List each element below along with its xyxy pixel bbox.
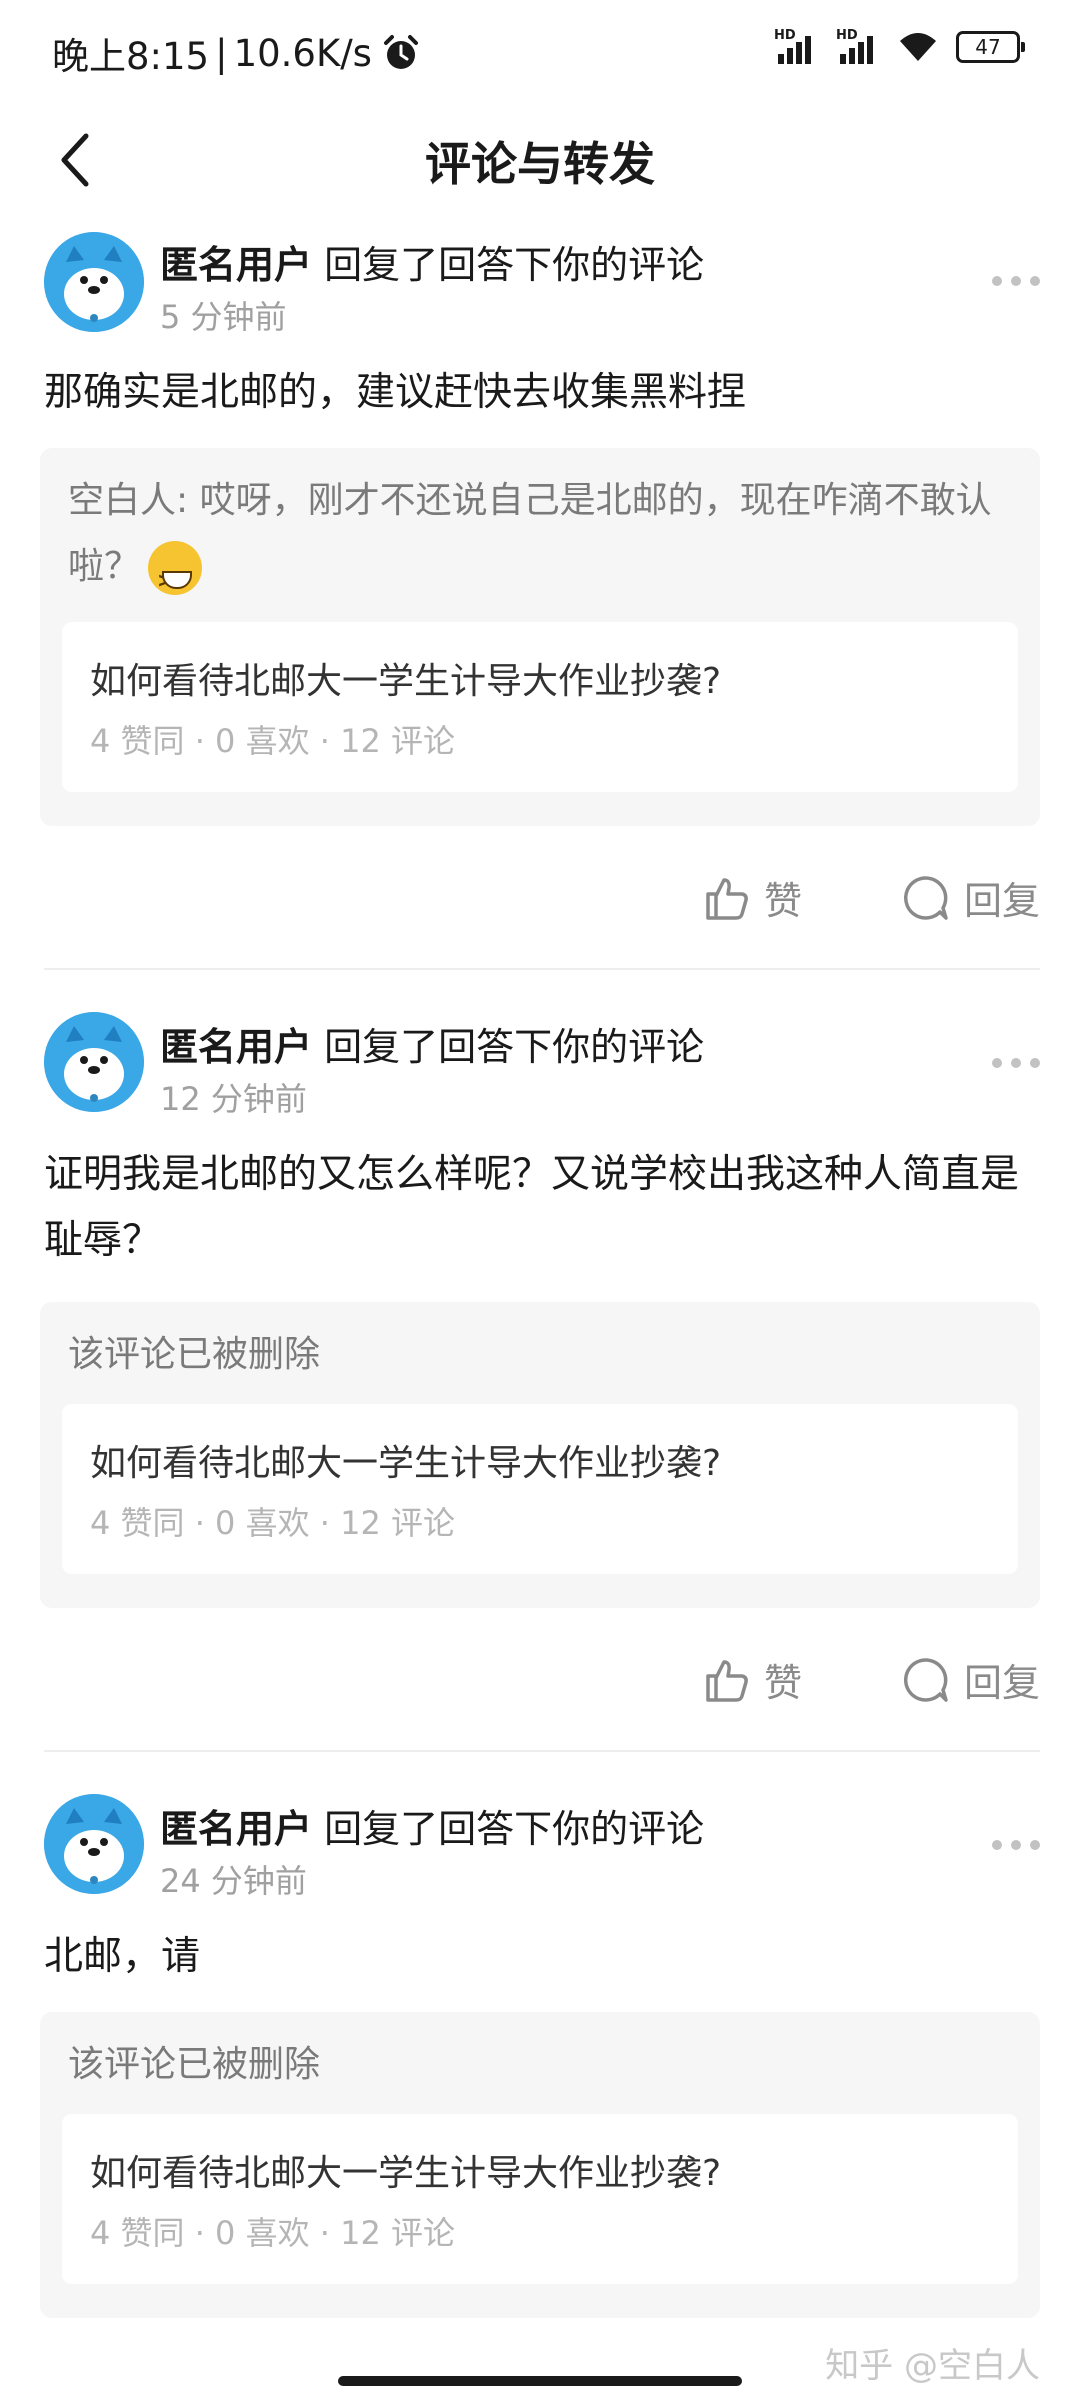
user-name[interactable]: 匿名用户 (160, 243, 312, 287)
status-separator: | (215, 31, 228, 75)
notification-item[interactable]: 匿名用户 回复了回答下你的评论 5 分钟前 那确实是北邮的，建议赶快去收集黑料捏… (0, 220, 1080, 970)
question-stats: 4 赞同 · 0 喜欢 · 12 评论 (90, 2214, 455, 2252)
reply-label: 回复 (963, 1661, 1040, 1705)
page-title: 评论与转发 (425, 137, 655, 191)
comment-icon (903, 875, 948, 920)
divider (44, 1750, 1040, 1752)
question-stats: 4 赞同 · 0 喜欢 · 12 评论 (90, 722, 455, 760)
reply-label: 回复 (963, 879, 1040, 923)
question-title[interactable]: 如何看待北邮大一学生计导大作业抄袭? (90, 2144, 721, 2196)
notification-item[interactable]: 匿名用户 回复了回答下你的评论 24 分钟前 北邮，请 该评论已被删除 如何看待… (0, 1784, 1080, 2334)
avatar-icon (44, 1794, 144, 1894)
more-icon[interactable] (992, 1840, 1040, 1854)
status-time: 晚上8:15 (52, 35, 210, 78)
quoted-comment[interactable]: 空白人: 哎呀，刚才不还说自己是北邮的，现在咋滴不敢认啦？ 如何看待北邮大一学生… (40, 448, 1040, 826)
avatar[interactable] (44, 1794, 144, 1894)
notification-action: 回复了回答下你的评论 (324, 243, 705, 287)
question-stats: 4 赞同 · 0 喜欢 · 12 评论 (90, 1504, 455, 1542)
actions-bar: 赞 回复 (702, 870, 1040, 925)
battery-level: 47 (975, 35, 1001, 59)
actions-bar: 赞 回复 (702, 1652, 1040, 1707)
avatar-icon (44, 1012, 144, 1112)
notification-header: 匿名用户 回复了回答下你的评论 (160, 1798, 704, 1853)
user-name[interactable]: 匿名用户 (160, 1025, 312, 1069)
avatar[interactable] (44, 1012, 144, 1112)
like-button[interactable]: 赞 (702, 870, 802, 925)
wifi-icon (900, 33, 936, 61)
timestamp: 12 分钟前 (160, 1080, 307, 1118)
comment-icon (903, 1657, 948, 1702)
notification-item[interactable]: 匿名用户 回复了回答下你的评论 12 分钟前 证明我是北邮的又怎么样呢？又说学校… (0, 1002, 1080, 1752)
reply-content[interactable]: 那确实是北邮的，建议赶快去收集黑料捏 (44, 360, 1040, 426)
quote-text: 该评论已被删除 (68, 1334, 321, 1375)
notification-header: 匿名用户 回复了回答下你的评论 (160, 234, 704, 289)
laughing-emoji-icon (148, 541, 203, 679)
timestamp: 24 分钟前 (160, 1862, 307, 1900)
thumbs-up-icon (706, 877, 748, 920)
notification-header: 匿名用户 回复了回答下你的评论 (160, 1016, 704, 1071)
quote-text: 该评论已被删除 (68, 2044, 321, 2085)
timestamp: 5 分钟前 (160, 298, 287, 336)
reply-content[interactable]: 证明我是北邮的又怎么样呢？又说学校出我这种人简直是耻辱？ (44, 1142, 1040, 1274)
reply-button[interactable]: 回复 (902, 1652, 1040, 1707)
watermark: 知乎 @空白人 (825, 2346, 1040, 2386)
avatar[interactable] (44, 232, 144, 332)
avatar-icon (44, 232, 144, 332)
reply-button[interactable]: 回复 (902, 870, 1040, 925)
user-name[interactable]: 匿名用户 (160, 1807, 312, 1851)
question-card[interactable]: 如何看待北邮大一学生计导大作业抄袭? 4 赞同 · 0 喜欢 · 12 评论 (62, 622, 1018, 792)
network-speed: 10.6K/s (233, 31, 372, 75)
battery-icon: 47 (956, 31, 1025, 63)
status-left: 晚上8:15 | 10.6K/s (52, 26, 420, 80)
like-button[interactable]: 赞 (702, 1652, 802, 1707)
more-icon[interactable] (992, 276, 1040, 290)
quote-text-wrap: 空白人: 哎呀，刚才不还说自己是北邮的，现在咋滴不敢认啦？ (68, 468, 1012, 679)
alarm-icon (383, 35, 418, 69)
question-title[interactable]: 如何看待北邮大一学生计导大作业抄袭? (90, 652, 721, 704)
like-label: 赞 (763, 1661, 802, 1705)
question-card[interactable]: 如何看待北邮大一学生计导大作业抄袭? 4 赞同 · 0 喜欢 · 12 评论 (62, 1404, 1018, 1574)
quoted-comment[interactable]: 该评论已被删除 如何看待北邮大一学生计导大作业抄袭? 4 赞同 · 0 喜欢 ·… (40, 2012, 1040, 2318)
status-bar: 晚上8:15 | 10.6K/s HD HD 47 (0, 0, 1080, 104)
quote-text: 空白人: 哎呀，刚才不还说自己是北邮的，现在咋滴不敢认啦？ (68, 480, 992, 587)
divider (44, 968, 1040, 970)
home-indicator[interactable] (338, 2376, 742, 2386)
notification-action: 回复了回答下你的评论 (324, 1025, 705, 1069)
status-right: HD HD 47 (774, 28, 1025, 64)
thumbs-up-icon (706, 1659, 748, 1702)
reply-content[interactable]: 北邮，请 (44, 1924, 1040, 1990)
question-title[interactable]: 如何看待北邮大一学生计导大作业抄袭? (90, 1434, 721, 1486)
nav-header: 评论与转发 (0, 110, 1080, 210)
quoted-comment[interactable]: 该评论已被删除 如何看待北邮大一学生计导大作业抄袭? 4 赞同 · 0 喜欢 ·… (40, 1302, 1040, 1608)
notification-action: 回复了回答下你的评论 (324, 1807, 705, 1851)
more-icon[interactable] (992, 1058, 1040, 1072)
like-label: 赞 (763, 879, 802, 923)
question-card[interactable]: 如何看待北邮大一学生计导大作业抄袭? 4 赞同 · 0 喜欢 · 12 评论 (62, 2114, 1018, 2284)
signal-icon: HD (774, 28, 818, 64)
signal-icon: HD (836, 28, 880, 64)
